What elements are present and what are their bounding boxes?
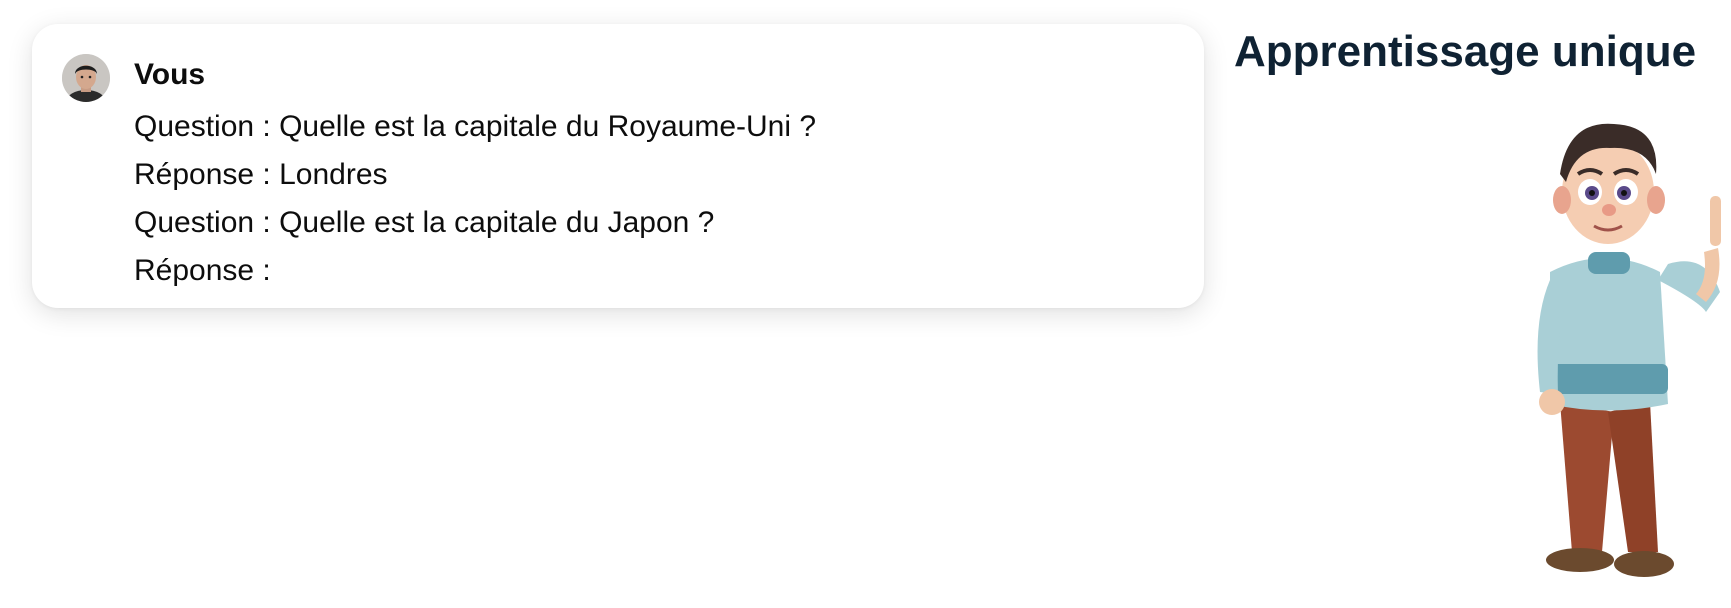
slide: Vous Question : Quelle est la capitale d…	[0, 0, 1731, 608]
sender-name: Vous	[134, 58, 206, 91]
cartoon-character-illustration	[1510, 112, 1730, 592]
user-avatar	[62, 54, 110, 102]
message-line: Réponse : Londres	[134, 158, 388, 191]
message-line: Question : Quelle est la capitale du Jap…	[134, 206, 715, 239]
slide-heading: Apprentissage unique	[1234, 27, 1697, 76]
message-line: Question : Quelle est la capitale du Roy…	[134, 110, 817, 143]
message-body: Question : Quelle est la capitale du Roy…	[134, 103, 816, 295]
user-avatar-icon	[62, 54, 110, 102]
message-line: Réponse :	[134, 254, 271, 287]
boy-pointing-up-icon	[1537, 123, 1721, 577]
chat-message-card: Vous Question : Quelle est la capitale d…	[32, 24, 1204, 308]
